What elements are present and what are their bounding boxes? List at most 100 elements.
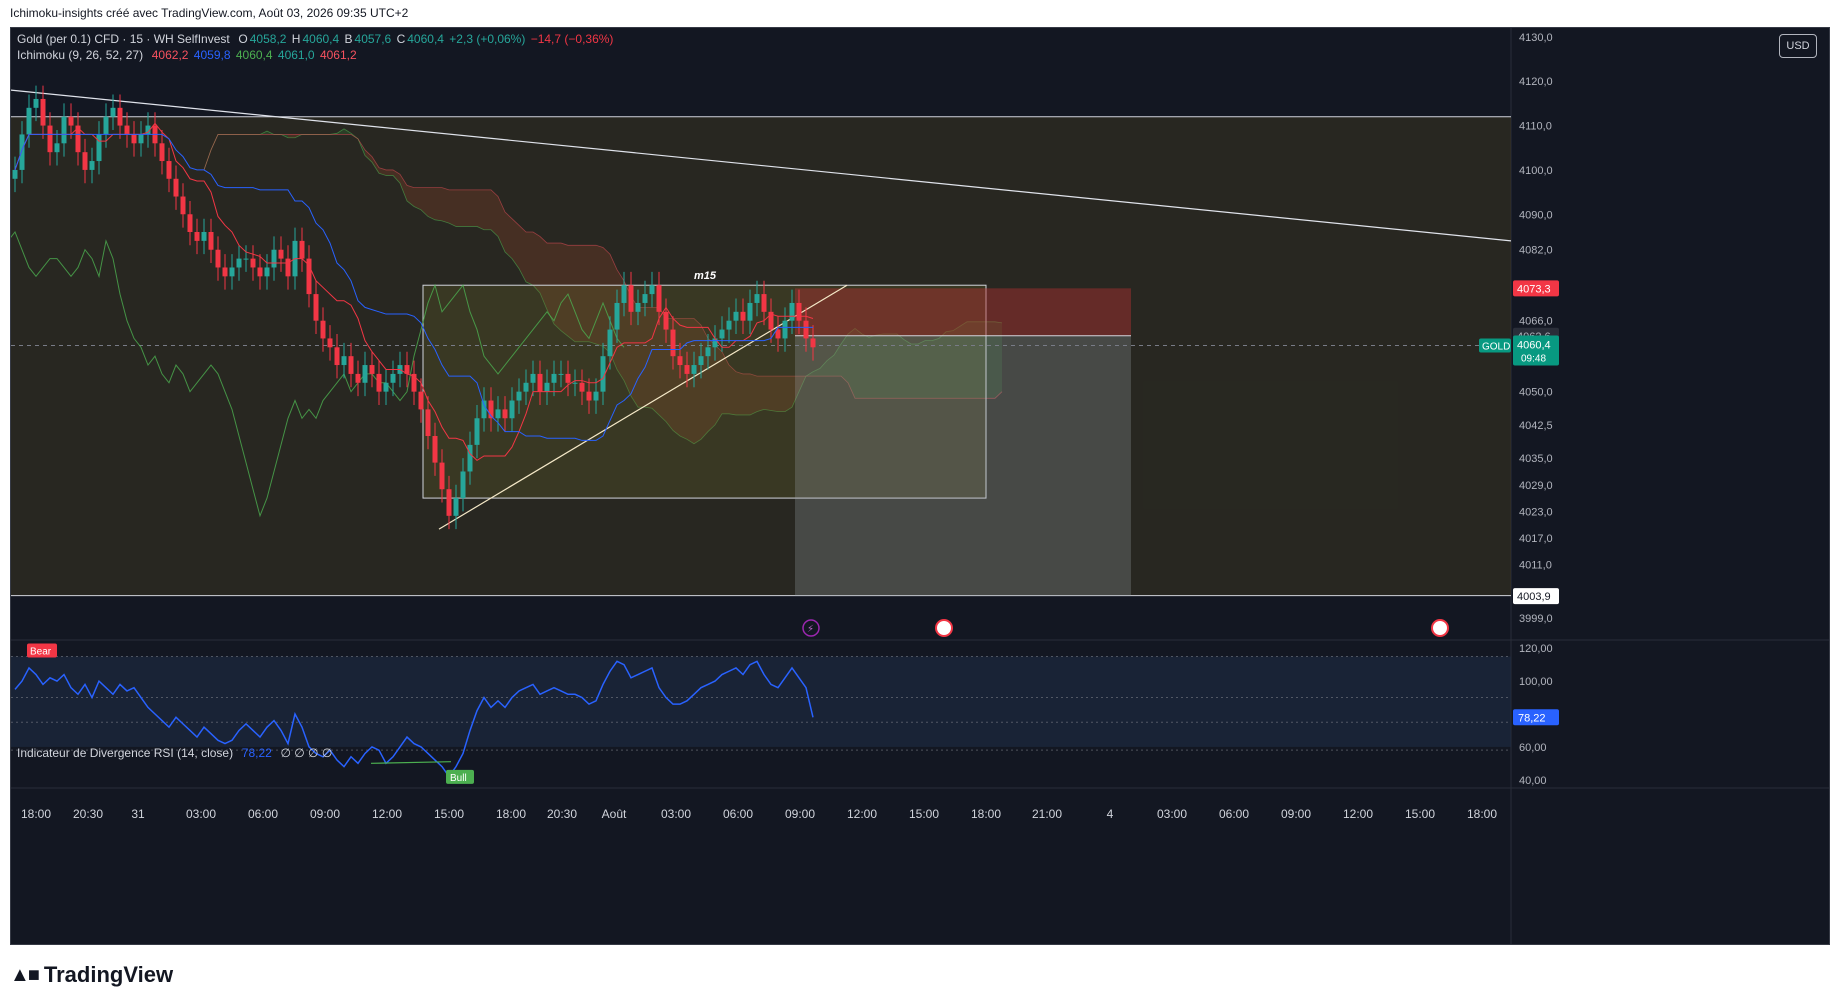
time-tick-label: 06:00 [248,807,278,821]
candle-body [26,107,32,135]
candle-body [166,161,172,179]
us-flag-event-icon [1431,619,1449,637]
symbol-legend[interactable]: Gold (per 0.1) CFD · 15 · WH SelfInvest … [17,32,615,46]
candle-body [418,391,424,410]
candle-body [278,249,284,259]
candle-body [334,347,340,366]
candle-body [523,382,529,392]
upper-price-badge: 4073,3 [1517,283,1551,295]
candle-body [754,294,760,303]
candle-body [250,258,256,268]
candle-body [243,258,249,260]
candle-body [68,116,74,126]
ichimoku-legend[interactable]: Ichimoku (9, 26, 52, 27) 4062,2 4059,8 4… [17,48,359,62]
candle-body [495,409,501,419]
time-tick-label: 12:00 [1343,807,1373,821]
stop-loss-zone [795,288,1131,336]
candle-body [369,365,375,374]
candle-body [320,320,326,339]
candle-body [509,400,515,419]
m15-label: m15 [694,270,717,282]
price-tick-label: 4130,0 [1519,32,1553,44]
currency-button[interactable]: USD [1779,34,1817,58]
candle-body [103,116,109,135]
rsi-tick-label: 60,00 [1519,742,1547,754]
candle-body [257,267,263,277]
candle-body [789,302,795,321]
chart-frame[interactable]: m15 4130,0 4120,0 4110,0 4100,0 4090,0 4082,0 4… [10,27,1830,945]
candle-body [327,338,333,348]
rsi-tick-label: 40,00 [1519,775,1547,787]
candle-body [537,373,543,392]
high-label: H [291,32,301,46]
time-tick-label: 20:30 [73,807,103,821]
time-tick-label: 09:00 [310,807,340,821]
candle-body [19,134,25,170]
ichimoku-cloud-segment [526,232,533,286]
candle-body [208,232,214,250]
ichimoku-cloud-segment [435,187,442,221]
rsi-legend[interactable]: Indicateur de Divergence RSI (14, close)… [17,746,334,760]
candle-body [614,302,620,330]
time-tick-label: 06:00 [723,807,753,821]
ichimoku-cloud-segment [456,189,463,227]
time-tick-label: 18:00 [971,807,1001,821]
bid-label: B [344,32,353,46]
candle-body [12,169,18,179]
candle-body [159,143,165,162]
price-tick-label: 4050,0 [1519,387,1553,399]
candle-body [96,134,102,162]
price-tick-label: 4082,0 [1519,245,1553,257]
candle-body [201,232,207,241]
current-price-badge: 4060,4 [1517,340,1551,352]
candle-body [712,338,718,348]
time-tick-label: 31 [131,807,145,821]
candle-body [677,356,683,366]
chart-canvas[interactable]: m15 4130,0 4120,0 4110,0 4100,0 4090,0 4082,0 4… [11,28,1829,944]
ichimoku-cloud-segment [477,189,484,230]
rsi-legend-value: 78,22 [241,746,272,760]
price-tick-label: 4042,5 [1519,420,1553,432]
candle-body [740,311,746,321]
ichimoku-value-2: 4059,8 [193,48,231,62]
time-tick-label: 09:00 [1281,807,1311,821]
time-tick-label: 18:00 [1467,807,1497,821]
ichimoku-cloud-segment [442,187,449,224]
candle-body [264,267,270,277]
candle-body [705,347,711,357]
candle-body [670,329,676,357]
ichimoku-cloud-segment [470,189,477,227]
candle-body [236,258,242,268]
candle-body [299,240,305,259]
rsi-tick-label: 100,00 [1519,676,1553,688]
ichimoku-cloud-segment [428,187,435,220]
time-tick-label: 12:00 [372,807,402,821]
time-tick-label: 15:00 [1405,807,1435,821]
candle-body [82,152,88,170]
candle-body [642,294,648,303]
price-tick-label: 4110,0 [1519,121,1552,133]
time-tick-label: 03:00 [661,807,691,821]
candle-body [341,356,347,366]
candle-body [593,391,599,401]
gold-label: GOLD [1482,342,1510,353]
candle-body [796,302,802,321]
candle-body [390,373,396,383]
candle-body [474,418,480,445]
change2-value: −14,7 (−0,36%) [530,32,614,46]
close-value: 4060,4 [407,32,444,46]
ichimoku-value-5: 4061,2 [319,48,357,62]
ichimoku-cloud-segment [463,189,470,227]
candle-body [47,125,53,153]
candle-body [684,365,690,374]
bull-label: Bull [450,773,467,784]
price-tick-label: 3999,0 [1519,613,1553,625]
candle-body [782,320,788,339]
lightning-glyph-icon: ⚡ [807,624,814,635]
countdown-badge: 09:48 [1521,354,1546,365]
tradingview-brand: TradingView [43,962,174,987]
tradingview-logo[interactable]: ▲■ TradingView [10,962,173,988]
lower-price-badge: 4003,9 [1517,591,1551,603]
candle-body [173,178,179,197]
candle-body [61,116,67,144]
